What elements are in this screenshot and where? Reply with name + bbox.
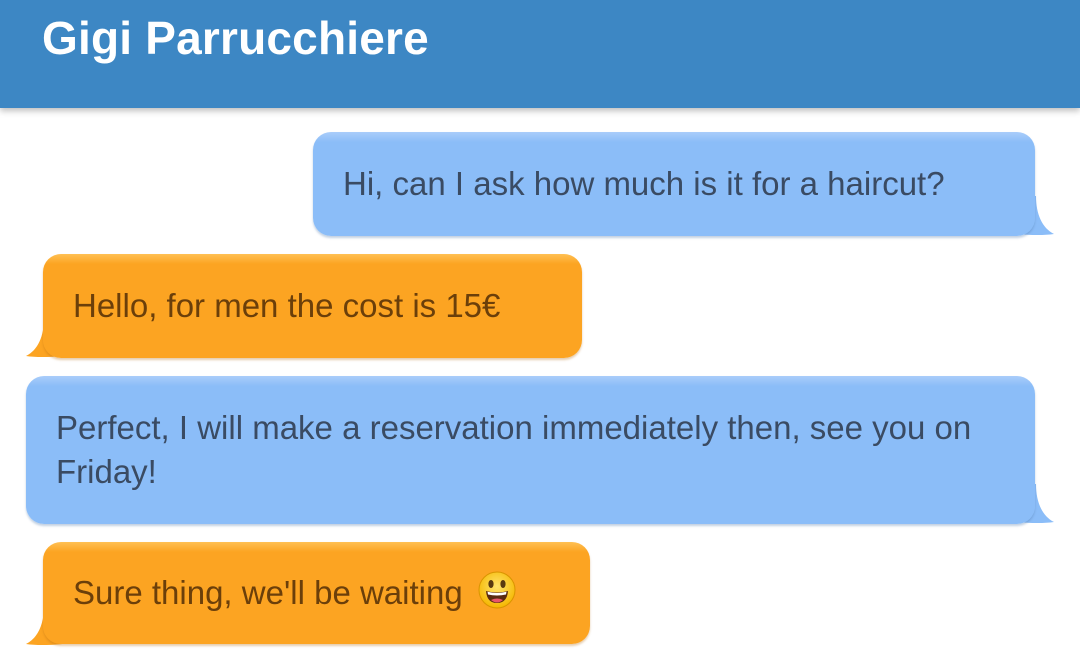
message-text: Perfect, I will make a reservation immed… <box>56 409 972 490</box>
message-text-with-emoji: Sure thing, we'll be waiting <box>73 571 516 615</box>
app-header: Gigi Parrucchiere <box>0 0 1080 108</box>
message-bubble-outgoing[interactable]: Hi, can I ask how much is it for a hairc… <box>313 132 1035 236</box>
message-text: Hello, for men the cost is 15€ <box>73 287 501 324</box>
chat-screen: Gigi Parrucchiere Hi, can I ask how much… <box>0 0 1080 666</box>
message-bubble-incoming[interactable]: Sure thing, we'll be waiting <box>43 542 590 644</box>
message-bubble-outgoing[interactable]: Perfect, I will make a reservation immed… <box>26 376 1035 524</box>
message-text: Hi, can I ask how much is it for a hairc… <box>343 165 945 202</box>
grinning-face-emoji-icon <box>478 571 516 609</box>
chat-title: Gigi Parrucchiere <box>42 12 429 64</box>
message-text: Sure thing, we'll be waiting <box>73 574 463 611</box>
message-bubble-incoming[interactable]: Hello, for men the cost is 15€ <box>43 254 582 358</box>
